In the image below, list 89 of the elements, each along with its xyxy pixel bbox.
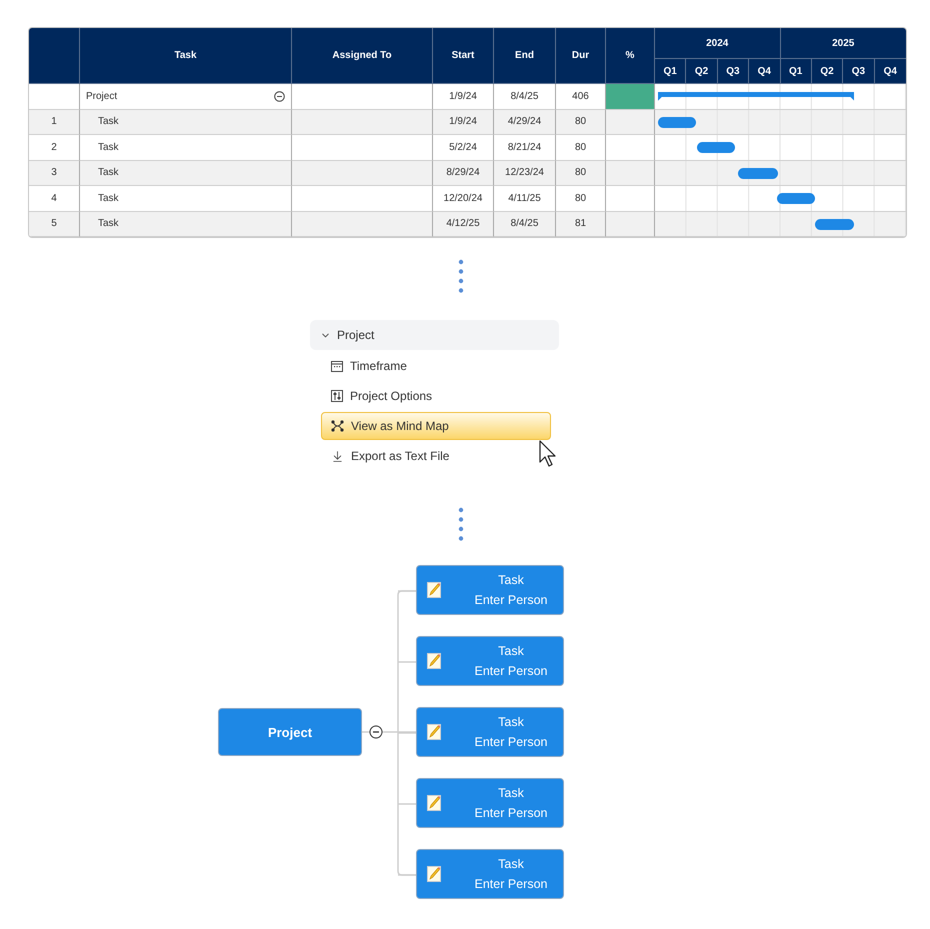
row-number: 3 (29, 160, 80, 186)
mind-map-node[interactable]: Task Enter Person (416, 778, 564, 828)
task-bar[interactable] (815, 218, 854, 230)
table-cell: 80 (556, 110, 606, 135)
column-header[interactable]: Assigned To (292, 28, 433, 84)
task-name: Task (80, 212, 292, 237)
more-icon (458, 259, 464, 295)
table-cell: 8/29/24 (433, 160, 494, 186)
person-label: Enter Person (474, 664, 548, 678)
mind-map-node[interactable]: Task Enter Person (416, 849, 564, 899)
note-icon (427, 582, 441, 598)
row-number: 1 (29, 110, 80, 135)
table-cell: 1/9/24 (433, 84, 494, 110)
task-name: Task (80, 160, 292, 186)
more-icon (458, 507, 464, 543)
menu-item-label: Project Options (350, 389, 432, 403)
note-icon (427, 653, 441, 669)
collapse-icon[interactable] (274, 90, 285, 102)
quarter-header: Q1 (655, 59, 686, 84)
sliders-icon (331, 390, 343, 402)
task-bar[interactable] (658, 116, 696, 128)
task-title: Task (498, 644, 524, 658)
column-header[interactable]: Start (433, 28, 494, 84)
row-number: 2 (29, 135, 80, 160)
summary-bar[interactable] (658, 92, 854, 101)
year-header: 2024 (655, 28, 780, 59)
quarter-header: Q4 (874, 59, 906, 84)
person-label: Enter Person (474, 593, 548, 607)
menu-item[interactable]: View as Mind Map (321, 412, 551, 440)
table-cell: 4/11/25 (494, 186, 556, 212)
year-header: 2025 (780, 28, 906, 59)
mind-map-icon (331, 420, 344, 432)
column-header[interactable]: Dur (556, 28, 606, 84)
collapse-icon[interactable] (369, 725, 383, 739)
menu-item-label: View as Mind Map (351, 419, 449, 433)
task-title: Task (498, 786, 524, 800)
mind-map-node[interactable]: Project (218, 708, 362, 756)
table-cell: 12/23/24 (494, 160, 556, 186)
mind-map-node[interactable]: Task Enter Person (416, 565, 564, 615)
menu-item[interactable]: Project Options (321, 382, 551, 410)
task-name: Project (86, 90, 118, 102)
table-cell: 8/4/25 (494, 84, 556, 110)
table-cell: 5/2/24 (433, 135, 494, 160)
row-number: 4 (29, 186, 80, 212)
quarter-header: Q4 (749, 59, 780, 84)
task-name: Task (80, 135, 292, 160)
task-title: Task (498, 573, 524, 587)
menu-item[interactable]: Timeframe (321, 352, 551, 380)
table-cell: 1/9/24 (433, 110, 494, 135)
calendar-icon (331, 360, 343, 372)
mind-map-node[interactable]: Task Enter Person (416, 707, 564, 757)
table-cell: 4/29/24 (494, 110, 556, 135)
note-icon (427, 866, 441, 882)
quarter-header: Q3 (718, 59, 750, 84)
menu-item-label: Export as Text File (351, 449, 450, 463)
person-label: Enter Person (474, 735, 548, 749)
table-cell: 8/21/24 (494, 135, 556, 160)
menu-header[interactable]: Project (310, 320, 559, 350)
table-cell: 80 (556, 186, 606, 212)
person-label: Enter Person (474, 877, 548, 891)
download-icon (331, 450, 344, 462)
table-cell: 4/12/25 (433, 212, 494, 237)
note-icon (427, 795, 441, 811)
menu-title: Project (337, 328, 374, 342)
row-number: 5 (29, 212, 80, 237)
task-title: Task (498, 857, 524, 871)
task-title: Task (498, 715, 524, 729)
quarter-header: Q2 (686, 59, 718, 84)
task-name: Task (80, 186, 292, 212)
task-bar[interactable] (738, 168, 778, 178)
table-cell: 12/20/24 (433, 186, 494, 212)
table-cell: 8/4/25 (494, 212, 556, 237)
quarter-header: Q1 (780, 59, 812, 84)
column-header[interactable]: End (494, 28, 556, 84)
task-bar[interactable] (776, 193, 815, 204)
mind-map-node[interactable]: Task Enter Person (416, 636, 564, 686)
table-cell: 80 (556, 135, 606, 160)
column-header[interactable]: Task (80, 28, 292, 84)
quarter-header: Q3 (843, 59, 875, 84)
quarter-header: Q2 (812, 59, 844, 84)
column-header[interactable]: % (606, 28, 655, 84)
person-label: Enter Person (474, 806, 548, 820)
task-bar[interactable] (696, 142, 735, 153)
table-cell: 406 (556, 84, 606, 110)
table-cell: 80 (556, 160, 606, 186)
table-cell: 81 (556, 212, 606, 237)
menu-item-label: Timeframe (350, 359, 407, 373)
note-icon (427, 724, 441, 740)
task-name: Task (80, 110, 292, 135)
